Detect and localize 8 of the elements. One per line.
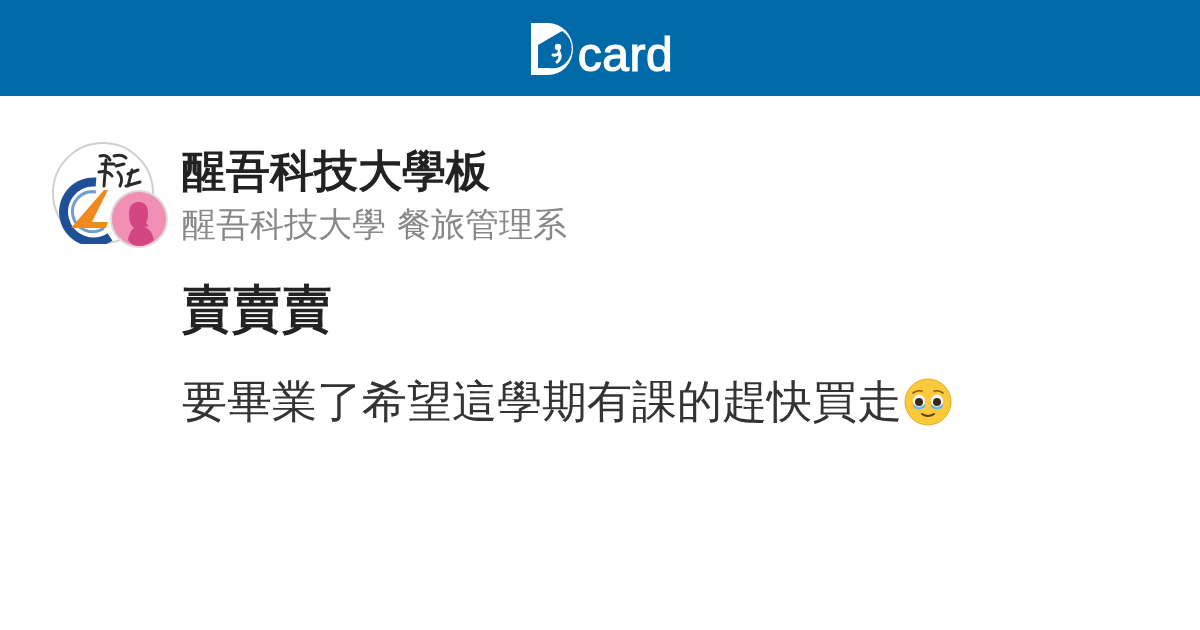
board-name[interactable]: 醒吾科技大學板: [182, 144, 490, 198]
logo-text: card: [577, 34, 674, 75]
author-info: 醒吾科技大學 餐旅管理系: [182, 203, 567, 246]
user-avatar-icon: [110, 190, 168, 248]
post-body: 要畢業了希望這學期有課的趕快買走: [182, 375, 902, 429]
teary-smile-emoji-icon: [904, 378, 952, 426]
dcard-face-logo-icon: [530, 22, 573, 75]
post-title: 賣賣賣: [182, 279, 332, 340]
